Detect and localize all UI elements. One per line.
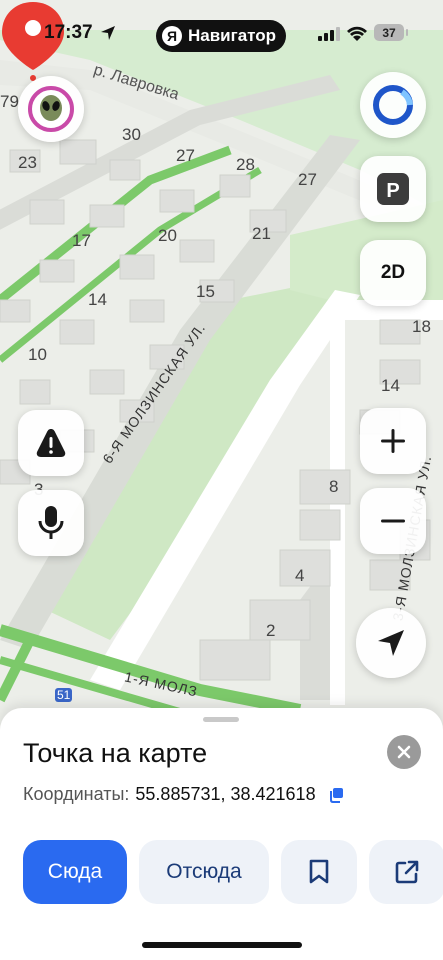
plus-icon <box>381 429 405 453</box>
bookmark-button[interactable] <box>281 840 357 904</box>
road-event-button[interactable] <box>18 410 84 476</box>
coordinates-value[interactable]: 55.885731, 38.421618 <box>135 784 315 805</box>
alice-icon <box>373 85 413 125</box>
house-number: 51 <box>55 688 73 702</box>
house-number: 23 <box>18 153 37 172</box>
house-number: 21 <box>252 224 271 243</box>
route-from-button[interactable]: Отсюда <box>139 840 269 904</box>
share-button[interactable] <box>369 840 443 904</box>
sheet-actions: Сюда Отсюда <box>23 840 443 904</box>
house-number: 8 <box>329 477 339 496</box>
house-number: 79 <box>0 92 19 111</box>
zoom-in-button[interactable] <box>360 408 426 474</box>
navigator-app-label: Навигатор <box>188 26 277 45</box>
yandex-logo-icon: Я <box>162 26 182 46</box>
sheet-grabber[interactable] <box>203 717 239 722</box>
house-number: 14 <box>381 376 400 395</box>
coordinates-label: Координаты: <box>23 784 130 804</box>
status-bar: 17:37 Я Навигатор 37 <box>0 0 443 66</box>
house-number: 28 <box>236 155 255 174</box>
copy-icon[interactable] <box>328 787 344 803</box>
minus-icon <box>381 519 405 523</box>
bookmark-icon <box>309 859 329 884</box>
house-number: 14 <box>88 290 107 309</box>
my-location-button[interactable] <box>356 608 426 678</box>
house-number: 30 <box>122 125 141 144</box>
svg-text:P: P <box>386 180 399 202</box>
house-number: 2 <box>266 621 276 640</box>
alien-avatar-icon <box>28 86 74 132</box>
cellular-signal-icon <box>318 27 340 41</box>
close-icon <box>397 745 411 759</box>
house-number: 15 <box>196 282 215 301</box>
house-number: 27 <box>176 146 195 165</box>
battery-level: 37 <box>382 25 396 40</box>
parking-button[interactable]: P <box>360 156 426 222</box>
view-mode-button[interactable]: 2D <box>360 240 426 306</box>
coordinates-row: Координаты: 55.885731, 38.421618 <box>23 784 344 805</box>
alice-assistant-button[interactable] <box>360 72 426 138</box>
voice-input-button[interactable] <box>18 490 84 556</box>
navigation-arrow-icon <box>378 630 404 656</box>
house-number: 10 <box>28 345 47 364</box>
microphone-icon <box>38 506 64 539</box>
home-indicator <box>142 942 302 948</box>
route-here-button[interactable]: Сюда <box>23 840 127 904</box>
house-number: 4 <box>295 566 305 585</box>
profile-avatar-button[interactable] <box>18 76 84 142</box>
share-icon <box>395 860 419 884</box>
close-button[interactable] <box>387 735 421 769</box>
view-mode-label: 2D <box>380 262 406 283</box>
warning-icon <box>36 429 66 457</box>
navigator-app-pill[interactable]: Я Навигатор <box>156 20 287 52</box>
zoom-out-button[interactable] <box>360 488 426 554</box>
wifi-icon <box>347 26 367 41</box>
sheet-title: Точка на карте <box>23 738 208 768</box>
location-arrow-icon <box>101 26 115 40</box>
battery-icon: 37 <box>374 24 408 41</box>
house-number: 18 <box>412 317 431 336</box>
house-number: 20 <box>158 226 177 245</box>
status-time: 17:37 <box>44 22 93 43</box>
house-number: 17 <box>72 231 91 250</box>
place-bottom-sheet[interactable]: Точка на карте Координаты: 55.885731, 38… <box>0 708 443 960</box>
parking-icon: P <box>377 173 409 205</box>
house-number: 27 <box>298 170 317 189</box>
